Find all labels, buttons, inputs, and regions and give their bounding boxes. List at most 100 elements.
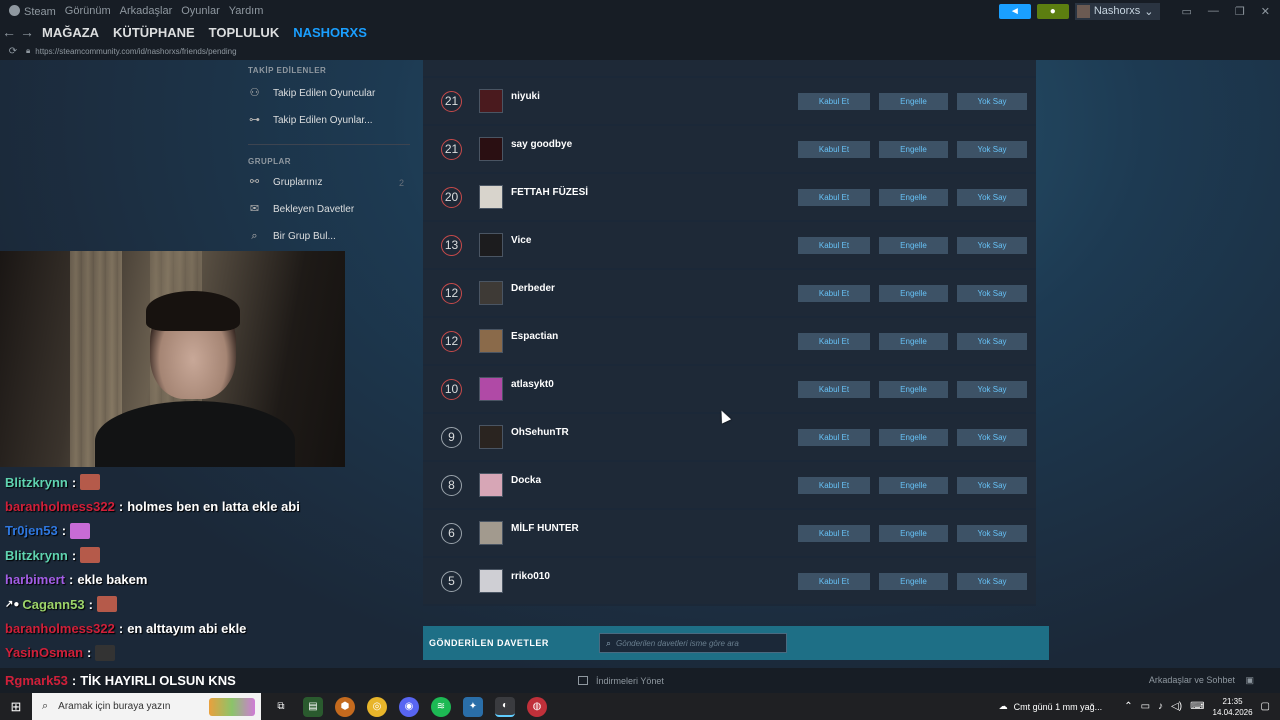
file-app-icon[interactable]: ▤ xyxy=(303,696,323,717)
accept-button[interactable]: Kabul Et xyxy=(798,188,870,206)
friend-name[interactable]: atlasykt0 xyxy=(511,379,781,390)
friend-name[interactable]: Espactian xyxy=(511,331,781,342)
notification-icon[interactable]: ▢ xyxy=(1261,701,1270,712)
avatar[interactable] xyxy=(479,281,503,305)
block-button[interactable]: Engelle xyxy=(879,572,948,590)
friend-name[interactable]: MİLF HUNTER xyxy=(511,523,781,534)
friend-name[interactable]: Docka xyxy=(511,475,781,486)
ignore-button[interactable]: Yok Say xyxy=(957,428,1027,446)
menu-steam[interactable]: Steam xyxy=(9,4,56,18)
accept-button[interactable]: Kabul Et xyxy=(798,92,870,110)
tab-library[interactable]: KÜTÜPHANE xyxy=(113,25,195,40)
sidebar-item-pending-invites[interactable]: ✉ Bekleyen Davetler xyxy=(242,196,410,223)
friend-name[interactable]: say goodbye xyxy=(511,139,781,150)
sidebar-item-followed-players[interactable]: ⚇ Takip Edilen Oyuncular xyxy=(242,80,410,107)
weather-widget[interactable]: ☁ Cmt günü 1 mm yağ... xyxy=(999,701,1103,712)
friends-chat-button[interactable]: Arkadaşlar ve Sohbet ▣ xyxy=(1149,675,1254,686)
menu-games[interactable]: Oyunlar xyxy=(181,5,220,17)
accept-button[interactable]: Kabul Et xyxy=(798,524,870,542)
avatar[interactable] xyxy=(479,233,503,257)
friend-name[interactable]: niyuki xyxy=(511,91,781,102)
obs-icon[interactable]: ◍ xyxy=(527,696,547,717)
big-picture-icon[interactable]: ▭ xyxy=(1182,5,1192,18)
friend-name[interactable]: FETTAH FÜZESİ xyxy=(511,187,781,198)
ignore-button[interactable]: Yok Say xyxy=(957,332,1027,350)
ignore-button[interactable]: Yok Say xyxy=(957,284,1027,302)
accept-button[interactable]: Kabul Et xyxy=(798,236,870,254)
friend-name[interactable]: OhSehunTR xyxy=(511,427,781,438)
avatar[interactable] xyxy=(479,329,503,353)
taskbar-search-input[interactable]: ⌕ Aramak için buraya yazın xyxy=(32,693,261,720)
discord-icon[interactable]: ◉ xyxy=(399,696,419,717)
sidebar-item-your-groups[interactable]: ⚯ Gruplarınız 2 xyxy=(242,169,410,196)
speaker-icon[interactable]: ◁) xyxy=(1171,701,1182,712)
sent-invites-search-input[interactable]: ⌕ Gönderilen davetleri isme göre ara xyxy=(599,633,787,653)
sidebar-item-find-group[interactable]: ⌕ Bir Grup Bul... xyxy=(242,223,410,250)
block-button[interactable]: Engelle xyxy=(879,92,948,110)
block-button[interactable]: Engelle xyxy=(879,428,948,446)
accept-button[interactable]: Kabul Et xyxy=(798,572,870,590)
ignore-button[interactable]: Yok Say xyxy=(957,380,1027,398)
friend-name[interactable]: rriko010 xyxy=(511,571,781,582)
url-text[interactable]: https://steamcommunity.com/id/nashorxs/f… xyxy=(35,47,236,56)
tab-store[interactable]: MAĞAZA xyxy=(42,25,99,40)
task-view-icon[interactable]: ⧉ xyxy=(271,697,291,717)
menu-friends[interactable]: Arkadaşlar xyxy=(120,5,173,17)
avatar[interactable] xyxy=(479,473,503,497)
menu-view[interactable]: Görünüm xyxy=(65,5,111,17)
account-menu-button[interactable]: Nashorxs ⌄ xyxy=(1074,2,1160,20)
ignore-button[interactable]: Yok Say xyxy=(957,476,1027,494)
avatar[interactable] xyxy=(479,185,503,209)
sidebar-item-followed-games[interactable]: ⊶ Takip Edilen Oyunlar... xyxy=(242,107,410,134)
avatar[interactable] xyxy=(479,377,503,401)
windows-start-icon[interactable]: ⊞ xyxy=(0,693,32,720)
keyboard-icon[interactable]: ⌨ xyxy=(1190,701,1204,712)
friend-name[interactable]: Derbeder xyxy=(511,283,781,294)
tab-profile[interactable]: NASHORXS xyxy=(293,25,367,40)
avatar[interactable] xyxy=(479,569,503,593)
manage-downloads-button[interactable]: İndirmeleri Yönet xyxy=(578,676,664,686)
block-button[interactable]: Engelle xyxy=(879,332,948,350)
accept-button[interactable]: Kabul Et xyxy=(798,332,870,350)
accept-button[interactable]: Kabul Et xyxy=(798,284,870,302)
avatar[interactable] xyxy=(479,521,503,545)
avatar[interactable] xyxy=(479,425,503,449)
block-button[interactable]: Engelle xyxy=(879,140,948,158)
chrome-icon[interactable]: ◎ xyxy=(367,696,387,717)
chevron-up-icon[interactable]: ⌃ xyxy=(1124,701,1132,712)
minimize-icon[interactable]: — xyxy=(1208,5,1219,18)
accept-button[interactable]: Kabul Et xyxy=(798,380,870,398)
back-arrow-icon[interactable]: ← xyxy=(0,24,18,40)
ignore-button[interactable]: Yok Say xyxy=(957,92,1027,110)
ignore-button[interactable]: Yok Say xyxy=(957,188,1027,206)
ignore-button[interactable]: Yok Say xyxy=(957,572,1027,590)
spotify-icon[interactable]: ≋ xyxy=(431,696,451,717)
block-button[interactable]: Engelle xyxy=(879,380,948,398)
forward-arrow-icon[interactable]: → xyxy=(18,24,36,40)
network-icon[interactable]: ▭ xyxy=(1141,701,1150,712)
accept-button[interactable]: Kabul Et xyxy=(798,476,870,494)
avatar[interactable] xyxy=(479,137,503,161)
steam-taskbar-icon[interactable]: ◐ xyxy=(495,696,515,717)
friend-name[interactable]: Vice xyxy=(511,235,781,246)
maximize-icon[interactable]: ❐ xyxy=(1235,5,1245,18)
ignore-button[interactable]: Yok Say xyxy=(957,236,1027,254)
accept-button[interactable]: Kabul Et xyxy=(798,140,870,158)
block-button[interactable]: Engelle xyxy=(879,188,948,206)
menu-help[interactable]: Yardım xyxy=(229,5,264,17)
block-button[interactable]: Engelle xyxy=(879,524,948,542)
notifications-button[interactable]: ● xyxy=(1036,3,1069,19)
block-button[interactable]: Engelle xyxy=(879,284,948,302)
block-button[interactable]: Engelle xyxy=(879,476,948,494)
avatar[interactable] xyxy=(479,89,503,113)
announce-button[interactable]: ◄ xyxy=(998,3,1031,19)
battlenet-icon[interactable]: ✦ xyxy=(463,696,483,717)
refresh-icon[interactable]: ⟳ xyxy=(0,46,26,57)
microphone-icon[interactable]: ♪ xyxy=(1158,701,1163,712)
tab-community[interactable]: TOPLULUK xyxy=(209,25,280,40)
ignore-button[interactable]: Yok Say xyxy=(957,524,1027,542)
close-icon[interactable]: ✕ xyxy=(1261,5,1270,18)
game-launcher-icon[interactable]: ⬢ xyxy=(335,696,355,717)
ignore-button[interactable]: Yok Say xyxy=(957,140,1027,158)
clock[interactable]: 21:35 14.04.2026 xyxy=(1213,696,1253,718)
